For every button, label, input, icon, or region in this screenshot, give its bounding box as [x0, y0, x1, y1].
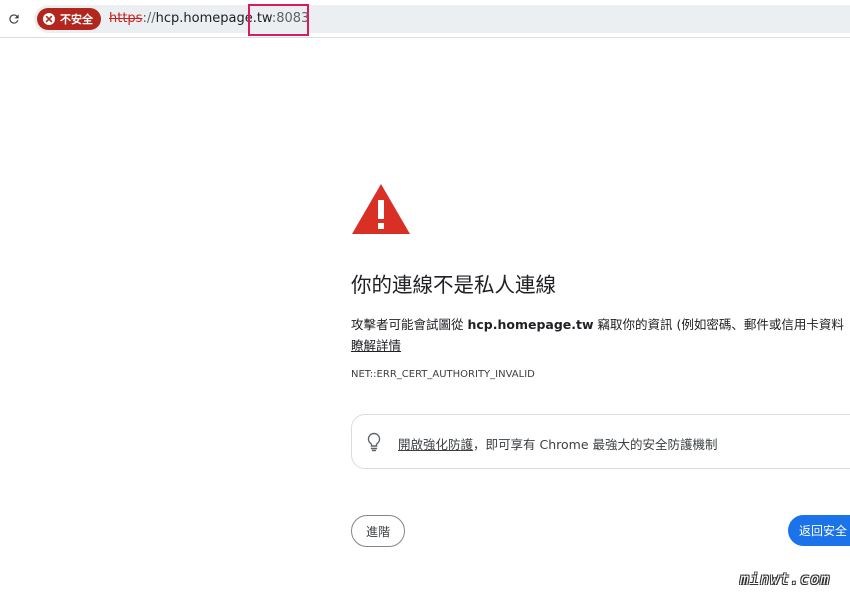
back-to-safety-button[interactable]: 返回安全 — [788, 515, 850, 546]
explanation-host: hcp.homepage.tw — [467, 317, 594, 332]
interstitial-page: 你的連線不是私人連線 攻擊者可能會試圖從 hcp.homepage.tw 竊取你… — [351, 0, 850, 595]
enhanced-protection-box: 開啟強化防護，即可享有 Chrome 最強大的安全防護機制 — [351, 414, 850, 469]
watermark: minwt.com — [740, 570, 831, 588]
page-title: 你的連線不是私人連線 — [351, 273, 556, 297]
warning-triangle-icon — [352, 184, 410, 234]
explanation-suffix: 竊取你的資訊 (例如密碼、郵件或信用卡資料 — [593, 317, 844, 332]
lightbulb-icon — [367, 432, 381, 452]
not-secure-label: 不安全 — [60, 13, 93, 26]
url-separator: :// — [142, 11, 156, 26]
url-scheme: https — [109, 11, 143, 26]
not-secure-chip[interactable]: 不安全 — [37, 8, 101, 30]
enhanced-protection-text: 開啟強化防護，即可享有 Chrome 最強大的安全防護機制 — [398, 434, 718, 453]
enable-enhanced-protection-link[interactable]: 開啟強化防護 — [398, 437, 473, 452]
reload-icon[interactable] — [4, 9, 24, 29]
port-highlight-box — [248, 4, 309, 36]
advanced-button[interactable]: 進階 — [351, 515, 405, 547]
error-x-icon — [43, 13, 55, 25]
enhanced-protection-description: ，即可享有 Chrome 最強大的安全防護機制 — [473, 437, 718, 452]
explanation-prefix: 攻擊者可能會試圖從 — [351, 317, 468, 332]
error-code: NET::ERR_CERT_AUTHORITY_INVALID — [351, 369, 535, 380]
explanation-text: 攻擊者可能會試圖從 hcp.homepage.tw 竊取你的資訊 (例如密碼、郵… — [351, 314, 850, 336]
learn-more-link[interactable]: 瞭解詳情 — [351, 335, 401, 354]
